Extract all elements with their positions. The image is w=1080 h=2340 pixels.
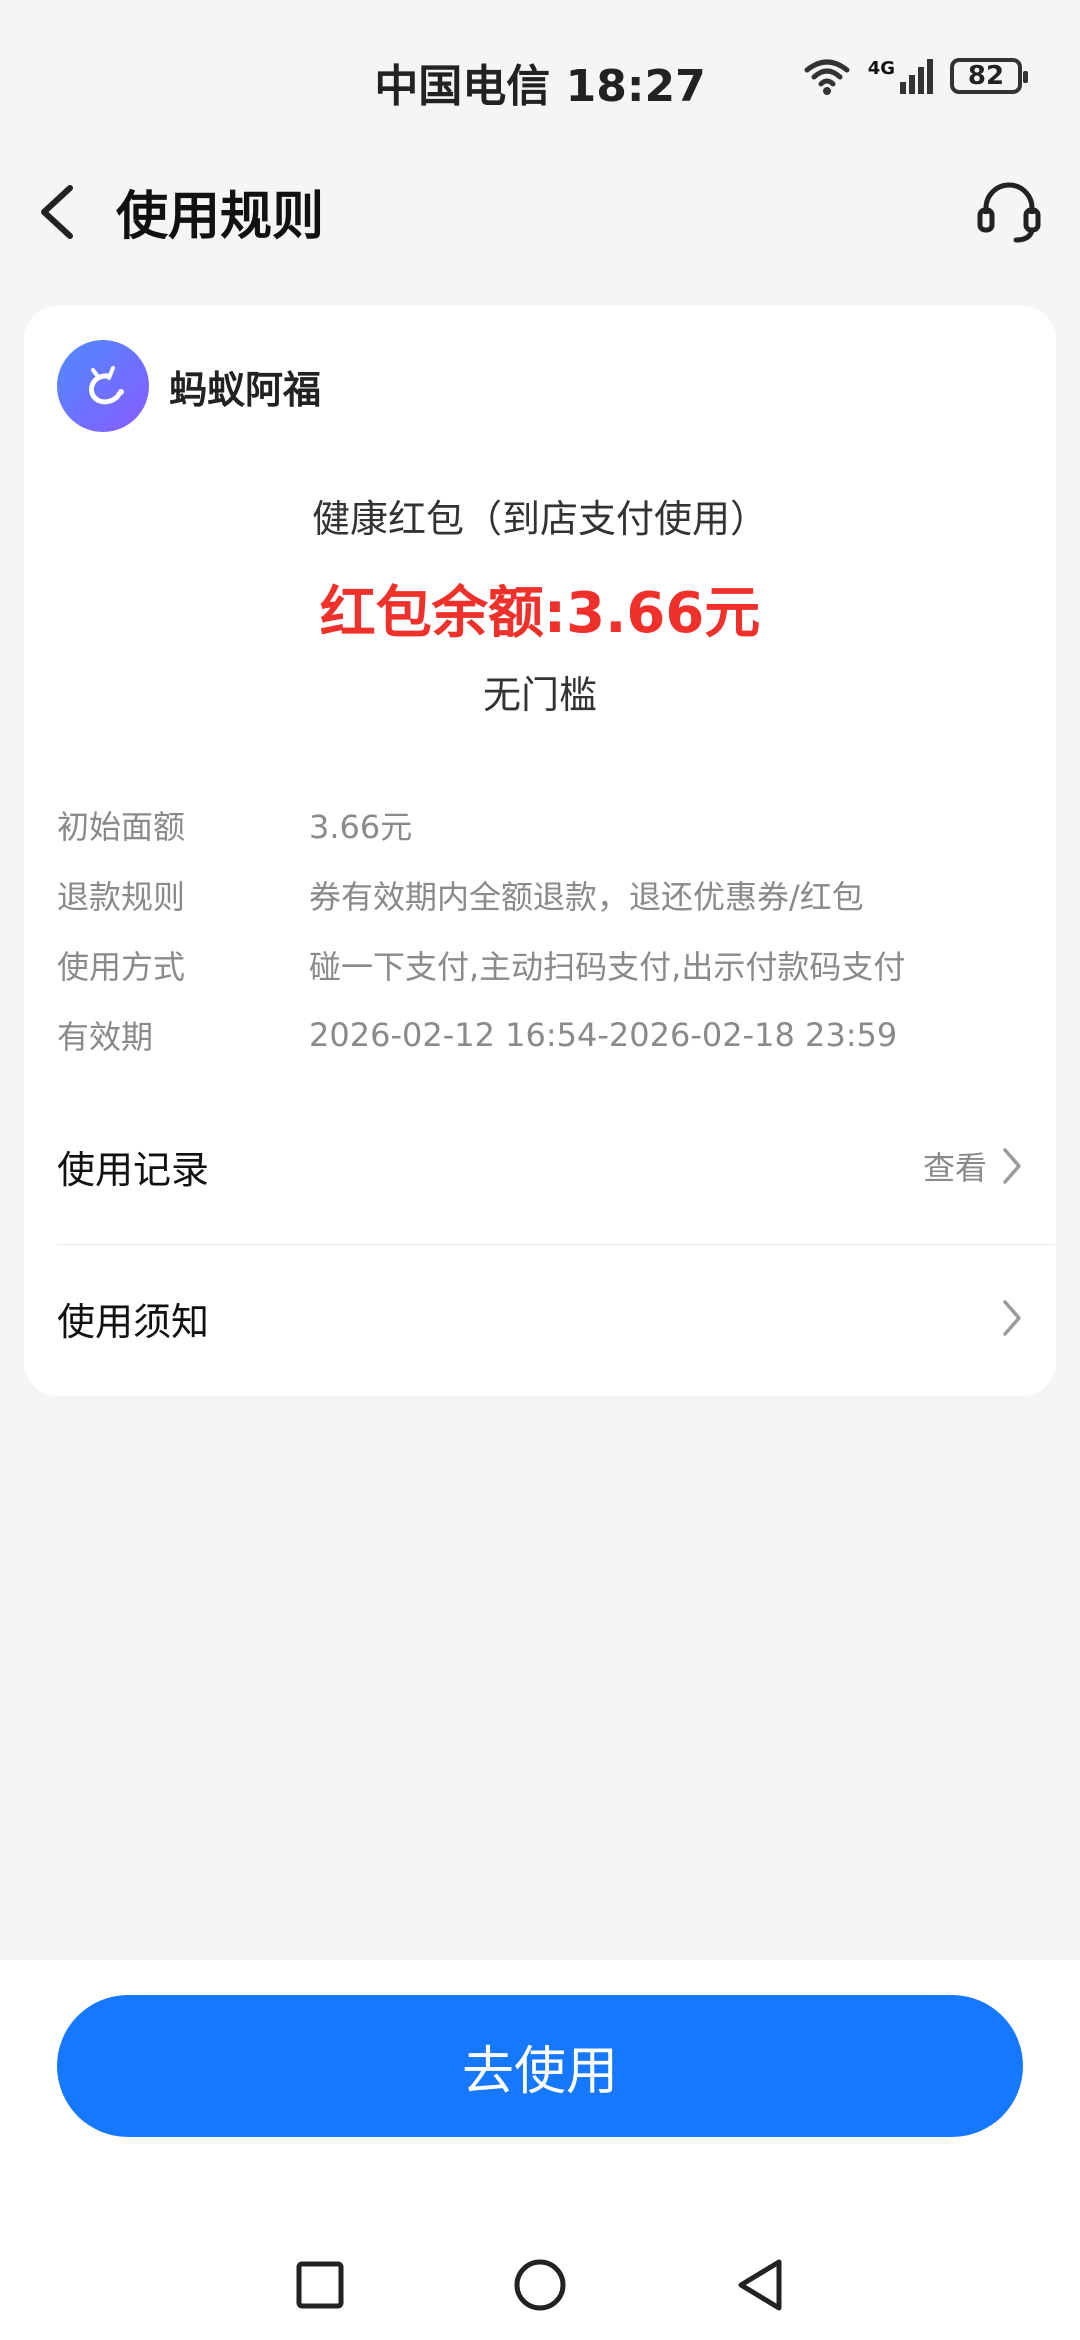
brand: 蚂蚁阿福 [57,340,321,432]
cellular-signal: 4G [868,58,934,94]
usage-record-title: 使用记录 [57,1147,210,1192]
info-label: 有效期 [57,1018,154,1056]
status-icons: 4G 82 [802,56,1028,96]
brand-logo-icon [89,366,124,405]
info-value: 2026-02-12 16:54-2026-02-18 23:59 [309,1016,898,1054]
battery-level: 82 [967,61,1005,91]
coupon-threshold: 无门槛 [482,673,597,717]
chevron-right-icon [1003,1148,1021,1184]
info-row-usage-method: 使用方式 碰一下支付,主动扫码支付,出示付款码支付 [57,930,1037,1000]
divider [57,1244,1055,1245]
nav-back-button[interactable] [730,2255,790,2315]
status-bar: 中国电信 18:27 4G 82 [0,0,1080,150]
nav-recents-button[interactable] [290,2255,350,2315]
screen: 中国电信 18:27 4G 82 使用规则 蚂蚁阿福 健康红包（到店支付使用） … [0,0,1080,2340]
coupon-title: 健康红包（到店支付使用） [311,497,768,541]
usage-notice-row[interactable]: 使用须知 [57,1248,1023,1388]
coupon-balance: 红包余额:3.66元 [319,581,761,646]
signal-bars-icon [900,59,933,94]
system-nav-bar [0,2230,1080,2340]
brand-name: 蚂蚁阿福 [169,367,322,412]
back-arrow-icon[interactable] [34,182,80,242]
usage-notice-title: 使用须知 [57,1299,210,1344]
info-value: 券有效期内全额退款，退还优惠券/红包 [309,878,864,916]
info-label: 退款规则 [57,878,186,916]
info-row-initial-amount: 初始面额 3.66元 [57,790,1037,860]
info-value: 3.66元 [309,808,413,846]
nav-home-button[interactable] [510,2255,570,2315]
info-label: 初始面额 [57,808,186,846]
usage-notice-action [1001,1298,1023,1338]
page-title: 使用规则 [116,187,325,247]
info-value: 碰一下支付,主动扫码支付,出示付款码支付 [309,948,906,986]
circle-icon [514,2259,566,2311]
header: 使用规则 [0,150,1080,270]
info-label: 使用方式 [57,948,186,986]
wifi-icon [804,59,850,95]
usage-record-hint: 查看 [922,1149,987,1187]
network-type-label: 4G [867,58,895,79]
battery-icon: 82 [950,58,1028,94]
info-row-validity: 有效期 2026-02-12 16:54-2026-02-18 23:59 [57,1000,1037,1070]
brand-logo [57,340,149,432]
chevron-right-icon [1003,1300,1021,1336]
usage-record-action: 查看 [923,1143,1023,1189]
square-icon [296,2261,344,2309]
coupon-card: 蚂蚁阿福 健康红包（到店支付使用） 红包余额:3.66元 无门槛 初始面额 3.… [24,306,1056,1396]
triangle-back-icon [738,2259,782,2311]
info-row-refund-rule: 退款规则 券有效期内全额退款，退还优惠券/红包 [57,860,1037,930]
usage-record-row[interactable]: 使用记录 查看 [57,1096,1023,1236]
customer-service-icon[interactable] [974,176,1044,246]
use-now-button[interactable]: 去使用 [57,1995,1023,2137]
info-list: 初始面额 3.66元 退款规则 券有效期内全额退款，退还优惠券/红包 使用方式 … [57,790,1037,1070]
